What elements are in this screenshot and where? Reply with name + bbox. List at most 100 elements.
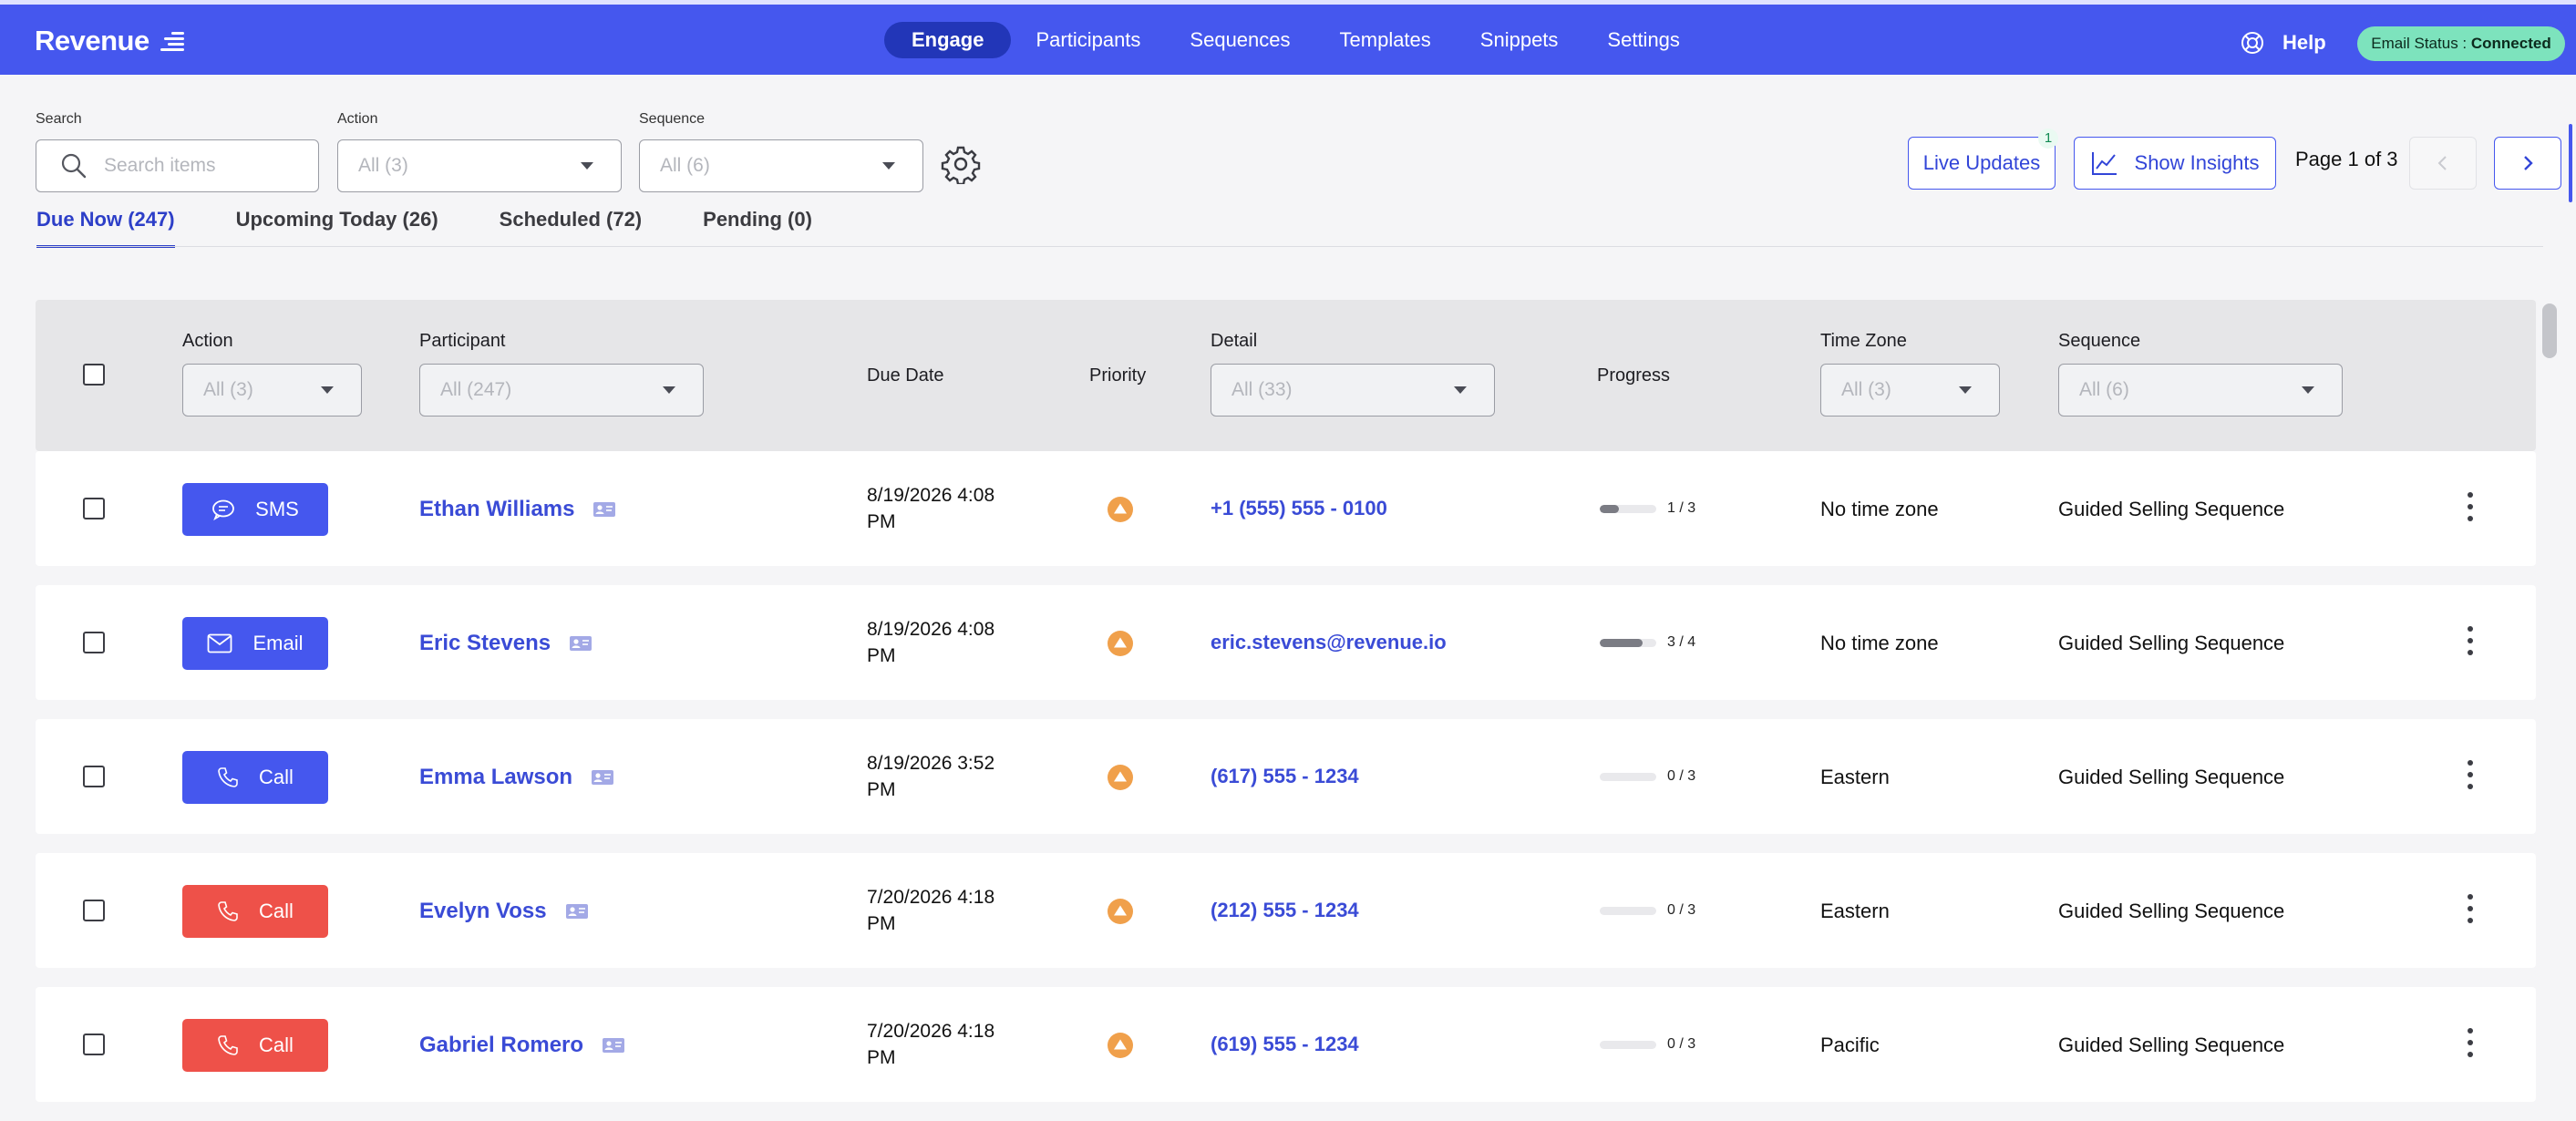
tab-scheduled[interactable]: Scheduled (72)	[500, 208, 642, 248]
table-row[interactable]: Email Eric Stevens 8/19/2026 4:08 PM eri…	[36, 585, 2536, 700]
email-status-badge[interactable]: Email Status : Connected	[2357, 26, 2565, 61]
progress-indicator: 3 / 4	[1600, 634, 1695, 651]
table-row[interactable]: SMS Ethan Williams 8/19/2026 4:08 PM +1 …	[36, 451, 2536, 566]
header-participant: Participant	[419, 331, 506, 351]
tab-due-now[interactable]: Due Now (247)	[36, 208, 175, 248]
header-priority[interactable]: Priority	[1089, 365, 1146, 386]
right-edge-accent	[2569, 124, 2572, 202]
header-action-filter-value: All (3)	[203, 379, 253, 400]
detail-link[interactable]: (617) 555 - 1234	[1211, 765, 1359, 788]
participant-link[interactable]: Emma Lawson	[419, 765, 614, 790]
due-time-period: PM	[867, 1047, 896, 1068]
table-header: Action All (3) Participant All (247) Due…	[36, 300, 2536, 451]
tab-upcoming-today[interactable]: Upcoming Today (26)	[236, 208, 438, 248]
tab-pending[interactable]: Pending (0)	[703, 208, 812, 248]
header-participant-filter[interactable]: All (247)	[419, 364, 704, 417]
contact-card-icon[interactable]	[602, 1037, 625, 1054]
action-button-call[interactable]: Call	[182, 885, 328, 938]
header-action: Action	[182, 331, 233, 351]
contact-card-icon[interactable]	[565, 903, 589, 920]
help-link[interactable]: Help	[2241, 25, 2326, 61]
header-action-filter[interactable]: All (3)	[182, 364, 362, 417]
more-options-icon[interactable]	[2467, 894, 2474, 923]
table-row[interactable]: Call Evelyn Voss 7/20/2026 4:18 PM (212)…	[36, 853, 2536, 968]
due-time-period: PM	[867, 913, 896, 934]
header-time-zone-filter[interactable]: All (3)	[1820, 364, 2000, 417]
contact-card-icon[interactable]	[569, 635, 592, 652]
header-progress[interactable]: Progress	[1597, 365, 1670, 386]
nav-engage[interactable]: Engage	[884, 22, 1012, 58]
row-checkbox[interactable]	[83, 766, 105, 787]
due-date: 7/20/2026 4:18 PM	[867, 884, 1022, 937]
more-options-icon[interactable]	[2467, 760, 2474, 789]
due-time-period: PM	[867, 645, 896, 666]
row-checkbox[interactable]	[83, 900, 105, 921]
header-time-zone: Time Zone	[1820, 331, 1907, 351]
participant-link[interactable]: Evelyn Voss	[419, 899, 589, 924]
chevron-down-icon	[1454, 386, 1467, 394]
nav-snippets[interactable]: Snippets	[1456, 22, 1583, 58]
table-row[interactable]: Call Emma Lawson 8/19/2026 3:52 PM (617)…	[36, 719, 2536, 834]
participant-link[interactable]: Gabriel Romero	[419, 1033, 625, 1058]
progress-bar	[1600, 638, 1656, 647]
progress-bar	[1600, 1040, 1656, 1049]
progress-text: 3 / 4	[1667, 634, 1696, 650]
participant-name: Gabriel Romero	[419, 1033, 584, 1057]
participant-link[interactable]: Eric Stevens	[419, 631, 592, 656]
participant-name: Ethan Williams	[419, 497, 575, 521]
nav-settings[interactable]: Settings	[1582, 22, 1705, 58]
chevron-right-icon	[2524, 156, 2533, 170]
action-filter-select[interactable]: All (3)	[337, 139, 622, 192]
more-options-icon[interactable]	[2467, 626, 2474, 655]
action-button-sms[interactable]: SMS	[182, 483, 328, 536]
action-button-call[interactable]: Call	[182, 1019, 328, 1072]
nav-templates[interactable]: Templates	[1315, 22, 1456, 58]
due-date: 7/20/2026 4:18 PM	[867, 1018, 1022, 1071]
action-label: Call	[259, 766, 294, 788]
time-zone: Pacific	[1820, 1034, 1880, 1056]
brand-logo[interactable]: Revenue	[35, 23, 184, 59]
action-button-email[interactable]: Email	[182, 617, 328, 670]
more-options-icon[interactable]	[2467, 1028, 2474, 1057]
search-input[interactable]: Search items	[36, 139, 319, 192]
live-updates-label: Live Updates	[1922, 151, 2041, 174]
select-all-checkbox[interactable]	[83, 364, 105, 386]
table-row[interactable]: Call Gabriel Romero 7/20/2026 4:18 PM (6…	[36, 987, 2536, 1102]
sequence-name: Guided Selling Sequence	[2058, 766, 2285, 788]
progress-text: 0 / 3	[1667, 1036, 1696, 1052]
header-due-date[interactable]: Due Date	[867, 365, 944, 386]
header-detail-filter[interactable]: All (33)	[1211, 364, 1495, 417]
due-date-line: 7/20/2026 4:18	[867, 1021, 995, 1042]
detail-link[interactable]: (212) 555 - 1234	[1211, 899, 1359, 922]
gear-icon[interactable]	[941, 144, 981, 184]
row-checkbox[interactable]	[83, 498, 105, 519]
detail-link[interactable]: (619) 555 - 1234	[1211, 1033, 1359, 1056]
participant-link[interactable]: Ethan Williams	[419, 497, 616, 522]
nav-sequences[interactable]: Sequences	[1165, 22, 1314, 58]
nav-participants[interactable]: Participants	[1011, 22, 1165, 58]
action-button-call[interactable]: Call	[182, 751, 328, 804]
sequence-filter-select[interactable]: All (6)	[639, 139, 923, 192]
action-filter-value: All (3)	[358, 155, 408, 176]
next-page-button[interactable]	[2494, 137, 2561, 190]
lifebuoy-icon	[2241, 32, 2263, 54]
show-insights-button[interactable]: Show Insights	[2074, 137, 2276, 190]
row-checkbox[interactable]	[83, 1034, 105, 1055]
contact-card-icon[interactable]	[591, 769, 614, 786]
contact-card-icon[interactable]	[592, 501, 616, 518]
progress-bar	[1600, 906, 1656, 915]
status-tabs: Due Now (247) Upcoming Today (26) Schedu…	[36, 208, 873, 248]
chevron-down-icon	[321, 386, 334, 394]
due-date-line: 7/20/2026 4:18	[867, 887, 995, 908]
prev-page-button[interactable]	[2409, 137, 2477, 190]
header-sequence-filter[interactable]: All (6)	[2058, 364, 2343, 417]
email-status-value: Connected	[2470, 35, 2551, 52]
row-checkbox[interactable]	[83, 632, 105, 653]
table-scrollbar[interactable]	[2542, 303, 2557, 358]
more-options-icon[interactable]	[2467, 492, 2474, 521]
detail-link[interactable]: eric.stevens@revenue.io	[1211, 631, 1447, 654]
detail-link[interactable]: +1 (555) 555 - 0100	[1211, 497, 1387, 520]
chevron-down-icon	[882, 162, 895, 170]
live-updates-button[interactable]: Live Updates	[1908, 137, 2056, 190]
action-filter-label: Action	[337, 111, 378, 127]
